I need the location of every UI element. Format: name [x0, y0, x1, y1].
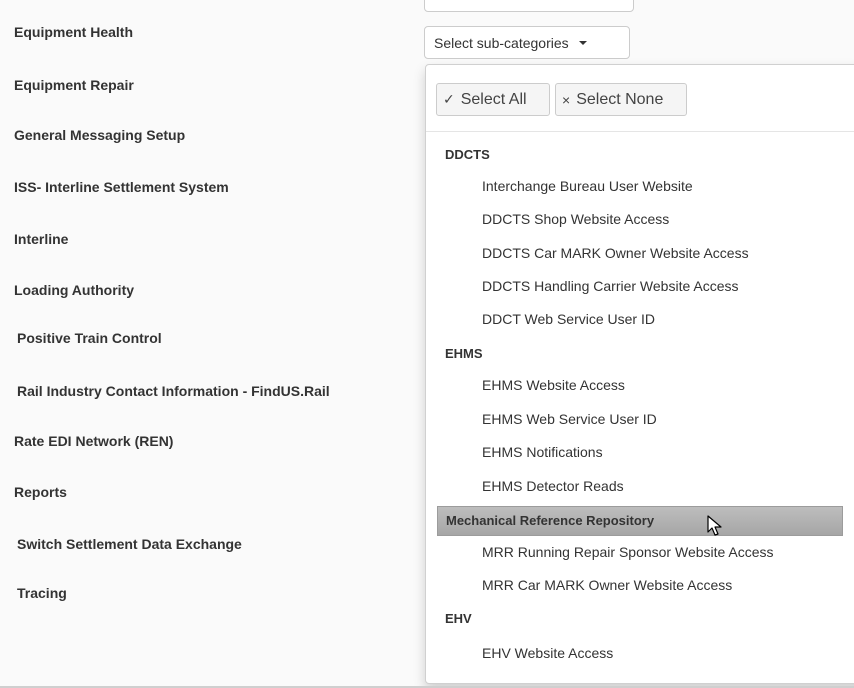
category-label: Loading Authority	[14, 282, 135, 298]
category-label: ISS- Interline Settlement System	[14, 179, 229, 195]
category-label: Tracing	[17, 585, 67, 601]
category-label: Switch Settlement Data Exchange	[17, 536, 242, 552]
category-label: Interline	[14, 231, 69, 247]
option-item[interactable]: DDCTS Handling Carrier Website Access	[482, 278, 739, 294]
option-item[interactable]: DDCT Web Service User ID	[482, 311, 655, 327]
category-list: Equipment Health Equipment Repair Genera…	[0, 0, 420, 688]
category-label: Rail Industry Contact Information - Find…	[17, 383, 330, 399]
option-item[interactable]: EHMS Website Access	[482, 377, 625, 393]
option-item[interactable]: Interchange Bureau User Website	[482, 178, 693, 194]
group-header-ehms[interactable]: EHMS	[426, 346, 844, 361]
category-label: Positive Train Control	[17, 330, 162, 346]
previous-select-control[interactable]	[424, 0, 634, 12]
select-none-label: Select None	[576, 90, 664, 108]
category-label: Reports	[14, 484, 67, 500]
sub-categories-select-label: Select sub-categories	[434, 34, 569, 51]
option-item[interactable]: MRR Running Repair Sponsor Website Acces…	[482, 544, 774, 560]
select-all-button[interactable]: ✓ Select All	[436, 83, 550, 116]
dropdown-divider	[426, 131, 854, 132]
option-item[interactable]: DDCTS Car MARK Owner Website Access	[482, 245, 749, 261]
sub-categories-select[interactable]: Select sub-categories	[424, 26, 630, 59]
select-none-button[interactable]: × Select None	[555, 83, 687, 116]
group-header-ddcts[interactable]: DDCTS	[426, 147, 844, 162]
option-item[interactable]: EHMS Web Service User ID	[482, 411, 657, 427]
option-item[interactable]: MRR Car MARK Owner Website Access	[482, 577, 732, 593]
mouse-pointer-icon	[707, 515, 722, 536]
option-item[interactable]: EHV Website Access	[482, 645, 613, 661]
sub-categories-dropdown: ✓ Select All × Select None DDCTS Interch…	[425, 64, 854, 684]
caret-down-icon	[578, 41, 587, 45]
category-label: General Messaging Setup	[14, 127, 186, 143]
category-label: Equipment Health	[14, 24, 134, 40]
checkmark-icon: ✓	[443, 91, 455, 107]
category-label: Equipment Repair	[14, 77, 134, 93]
option-item[interactable]: DDCTS Shop Website Access	[482, 211, 669, 227]
option-item[interactable]: EHMS Detector Reads	[482, 478, 624, 494]
group-header-mechanical-reference-repository[interactable]: Mechanical Reference Repository	[437, 506, 843, 536]
category-label: Rate EDI Network (REN)	[14, 433, 174, 449]
select-all-label: Select All	[460, 90, 527, 108]
option-item[interactable]: EHMS Notifications	[482, 444, 603, 460]
group-header-ehv[interactable]: EHV	[426, 611, 844, 626]
close-icon: ×	[562, 91, 571, 108]
